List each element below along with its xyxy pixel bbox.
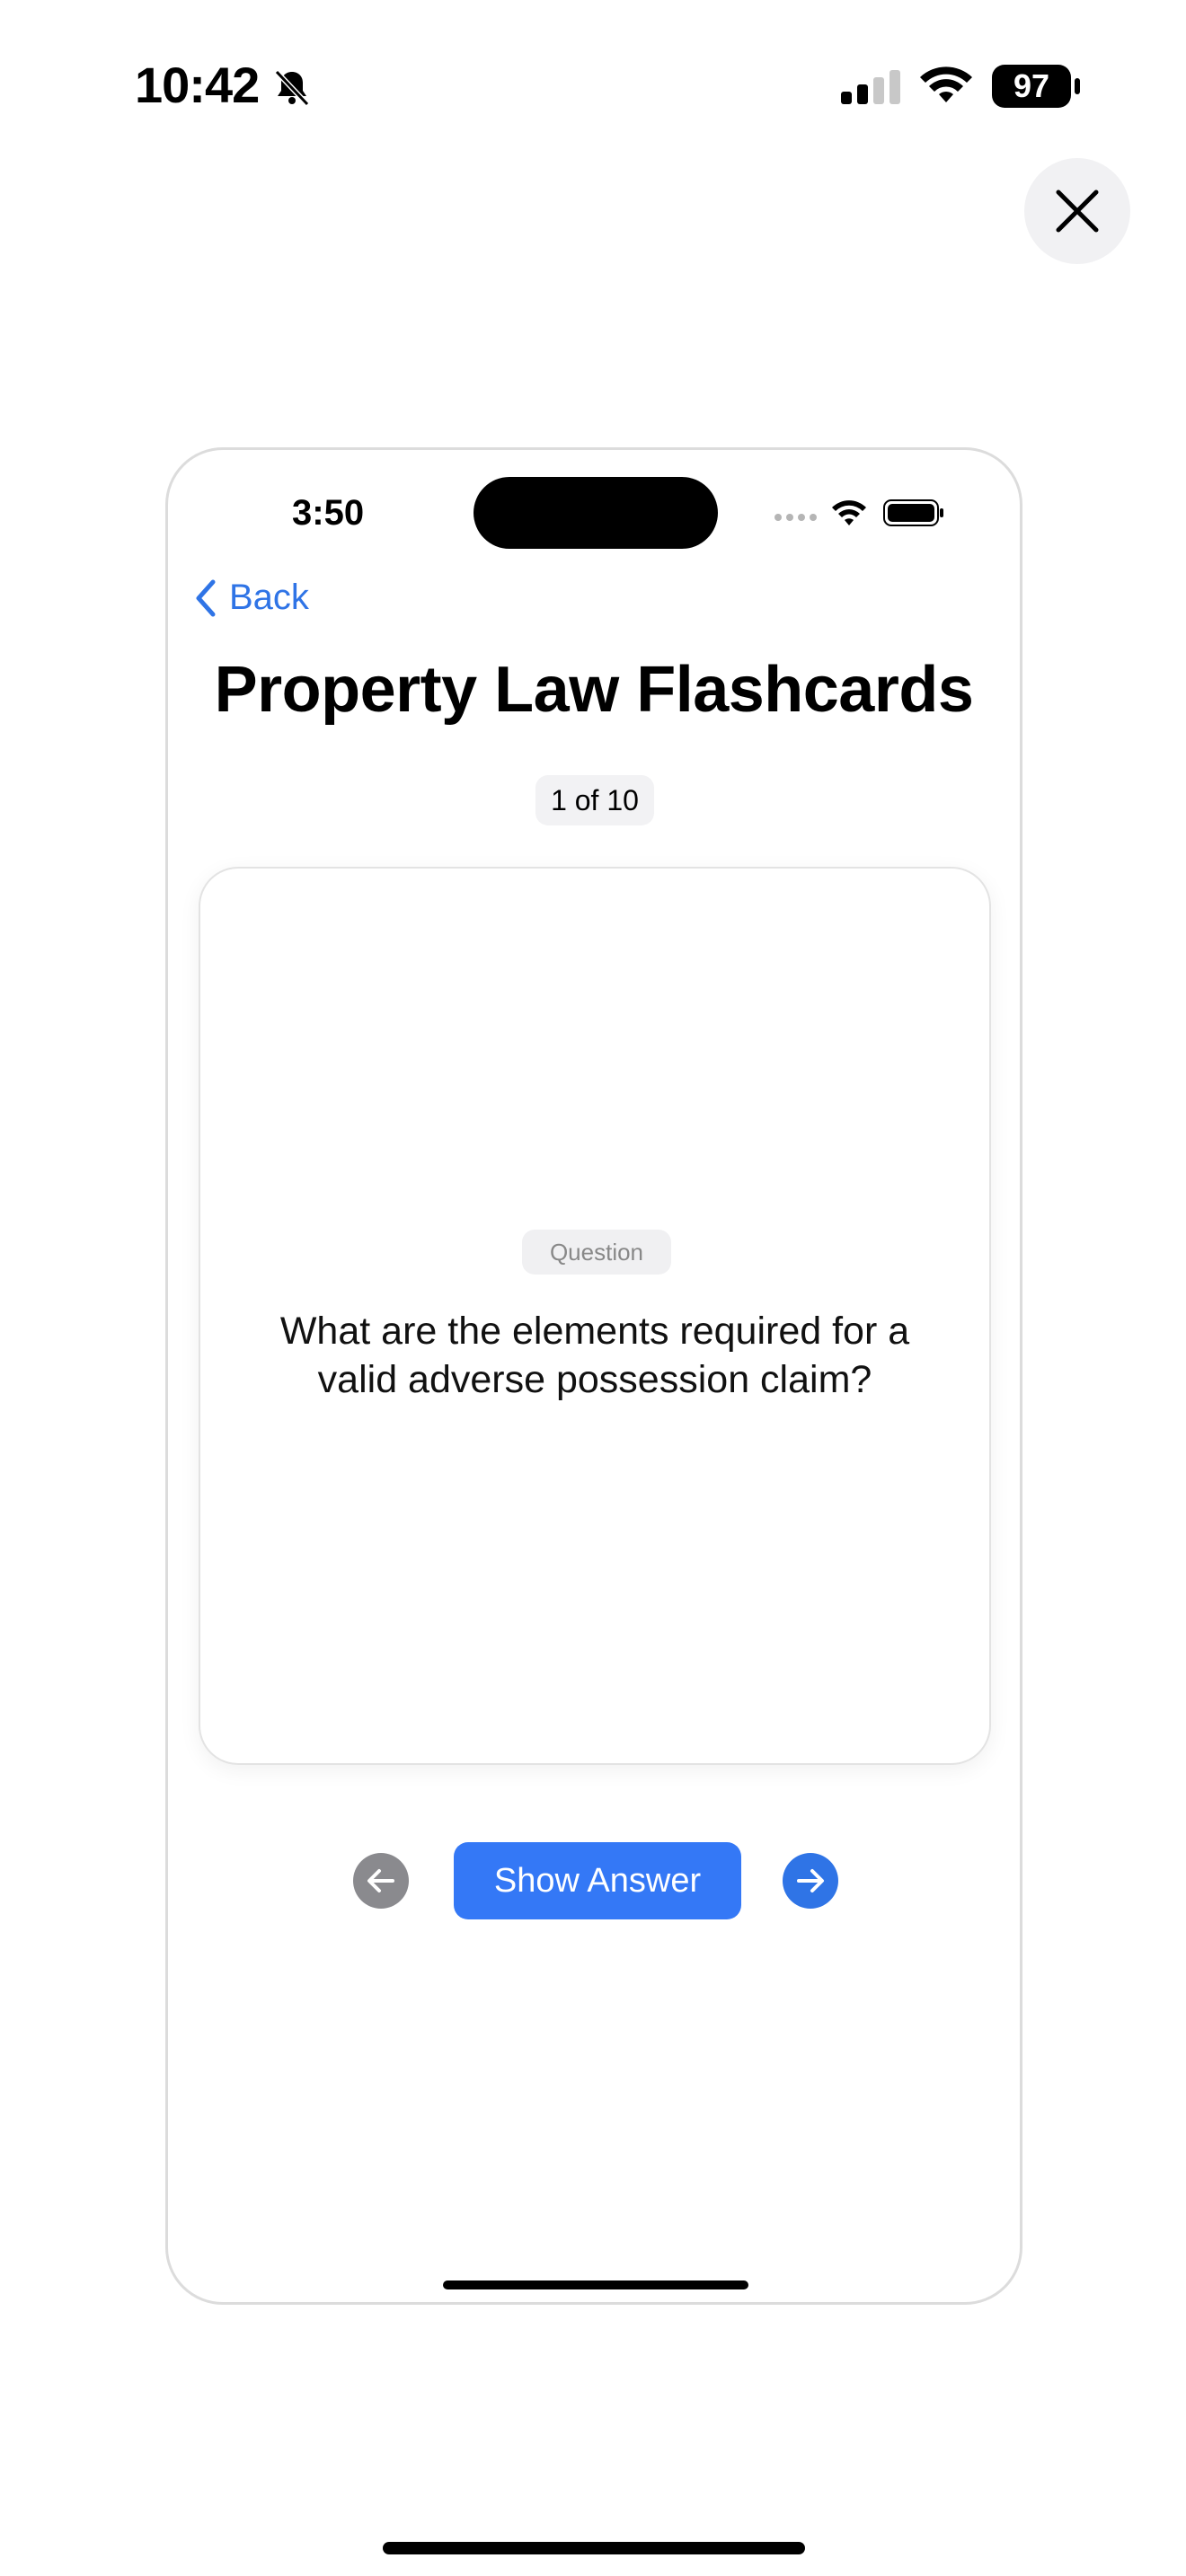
bell-slash-icon bbox=[274, 69, 310, 107]
next-card-button[interactable] bbox=[783, 1853, 838, 1909]
home-indicator[interactable] bbox=[383, 2542, 805, 2554]
card-question-text: What are the elements required for a val… bbox=[279, 1310, 910, 1401]
preview-home-indicator bbox=[443, 2280, 748, 2289]
show-answer-button[interactable]: Show Answer bbox=[454, 1842, 741, 1919]
chevron-left-icon bbox=[196, 579, 216, 616]
battery-icon bbox=[1075, 78, 1080, 94]
screen: 10:42 97 3:50 Back Property Law Flashcar… bbox=[0, 0, 1186, 2576]
close-icon bbox=[1056, 190, 1099, 233]
preview-battery-icon bbox=[883, 499, 943, 526]
card-side-label: Question bbox=[522, 1230, 671, 1275]
page-title: Property Law Flashcards bbox=[214, 654, 974, 726]
battery-indicator: 97 bbox=[992, 65, 1082, 108]
status-time: 10:42 bbox=[135, 57, 260, 113]
preview-status-time: 3:50 bbox=[292, 493, 365, 533]
arrow-right-icon bbox=[797, 1869, 824, 1892]
back-label: Back bbox=[229, 578, 309, 617]
arrow-left-icon bbox=[367, 1869, 394, 1892]
close-button[interactable] bbox=[1024, 158, 1130, 264]
signal-dots-icon bbox=[774, 514, 817, 521]
previous-card-button[interactable] bbox=[353, 1853, 409, 1909]
back-button[interactable]: Back bbox=[193, 578, 309, 618]
device-preview: 3:50 Back Property Law Flashcards 1 of 1… bbox=[165, 447, 1022, 2305]
card-counter: 1 of 10 bbox=[535, 775, 654, 825]
battery-level: 97 bbox=[992, 65, 1071, 108]
preview-wifi-icon bbox=[832, 500, 866, 525]
flashcard[interactable]: Question What are the elements required … bbox=[199, 867, 991, 1765]
dynamic-island bbox=[474, 477, 718, 549]
wifi-icon bbox=[920, 66, 972, 102]
signal-icon bbox=[841, 70, 900, 104]
